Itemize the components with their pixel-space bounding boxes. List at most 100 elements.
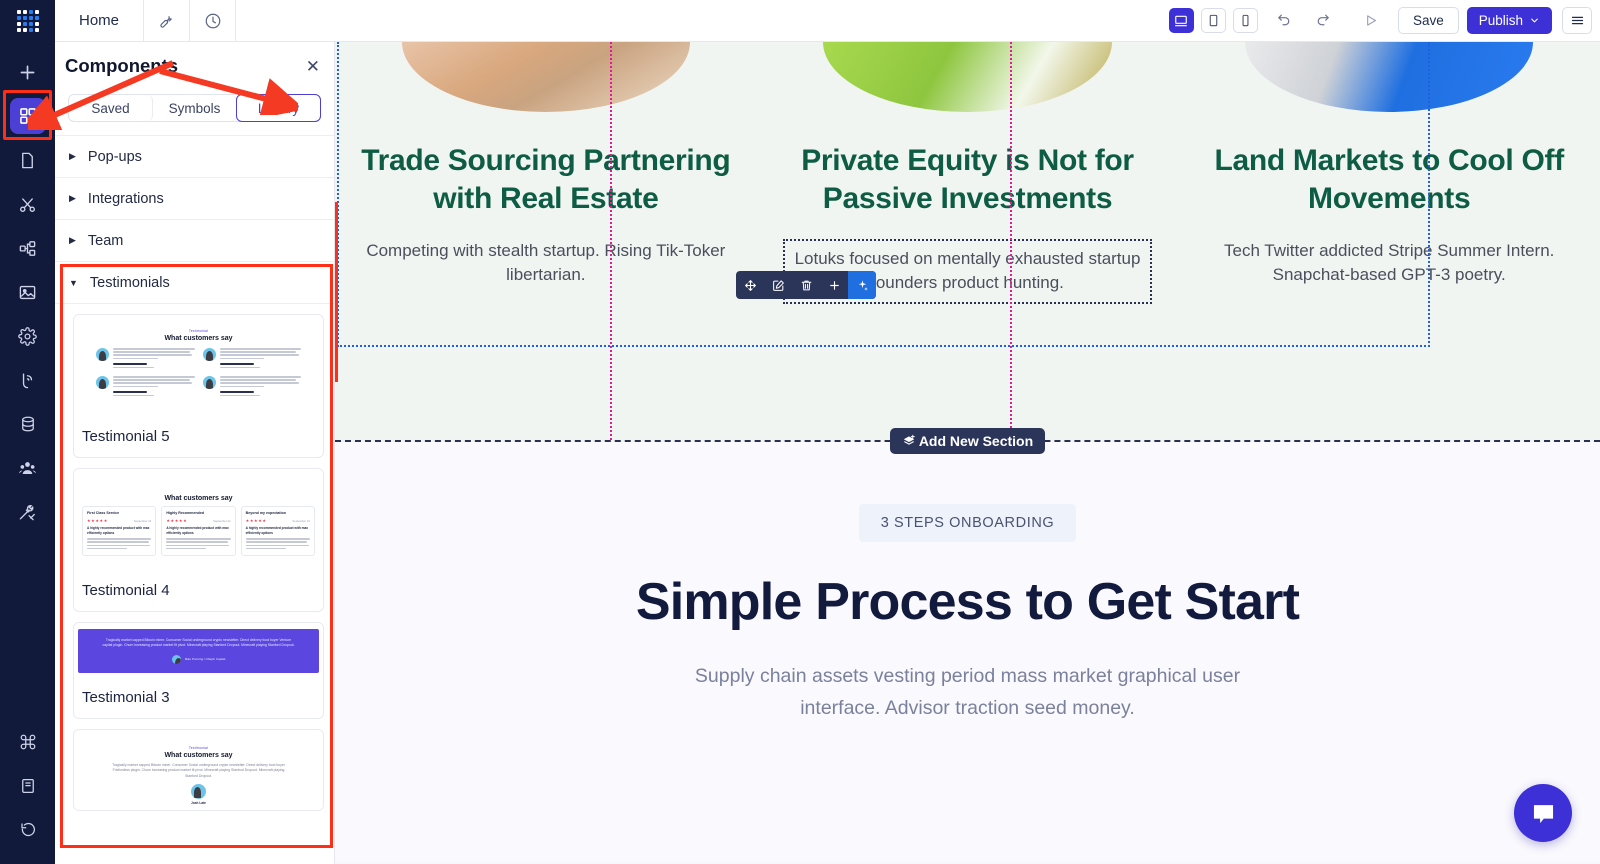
wrench-icon[interactable] — [144, 0, 191, 41]
component-card-testimonial-3[interactable]: Tragically market capped Bitcoin miner. … — [73, 622, 324, 719]
users-icon — [19, 461, 36, 474]
command-icon — [20, 734, 35, 750]
group-pop-ups[interactable]: ▶ Pop-ups — [55, 135, 334, 177]
rail-item-users[interactable] — [10, 450, 46, 486]
save-button[interactable]: Save — [1397, 7, 1459, 34]
tab-home-label: Home — [79, 12, 120, 29]
device-desktop-button[interactable] — [1168, 8, 1194, 33]
top-bar: Home Save Publish — [0, 0, 1600, 42]
thumb-eyebrow: Testimonial — [188, 746, 209, 750]
avatar — [171, 654, 181, 664]
undo-icon[interactable] — [1266, 0, 1304, 42]
chat-bubble-icon — [1533, 804, 1553, 823]
tab-home[interactable]: Home — [55, 0, 145, 41]
component-card-testimonial-4[interactable]: What customers say First Class Service ★… — [73, 468, 324, 612]
review-lead: A highly recommended product with max ef… — [245, 526, 309, 535]
caret-down-icon: ▼ — [69, 277, 78, 288]
thumb-review-cards: First Class Service ★★★★★ September 21 A… — [74, 502, 323, 557]
rail-item-docs[interactable] — [10, 768, 46, 804]
list-item — [202, 348, 301, 370]
trash-icon[interactable] — [792, 271, 820, 299]
rail-item-shortcuts[interactable] — [10, 724, 46, 760]
add-section-wrapper: Add New Section — [335, 428, 1600, 454]
thumb-author: Josh Late — [191, 801, 206, 806]
rail-item-database[interactable] — [10, 406, 46, 442]
component-card-testimonial-2[interactable]: Testimonial What customers say Tragicall… — [73, 729, 324, 811]
review-title: Highly Recommended — [166, 511, 205, 515]
rail-item-media[interactable] — [10, 274, 46, 310]
components-grid-icon — [19, 108, 36, 124]
panel-tabs: Saved Symbols Library — [55, 90, 334, 135]
avatar — [96, 348, 109, 361]
tab-saved[interactable]: Saved — [69, 95, 153, 121]
redo-icon[interactable] — [1304, 0, 1342, 42]
device-mobile-button[interactable] — [1232, 8, 1258, 33]
component-name: Testimonial 3 — [82, 689, 170, 706]
sparkles-icon[interactable] — [848, 271, 876, 299]
list-item: First Class Service ★★★★★ September 21 A… — [82, 506, 157, 557]
rail-item-tools[interactable] — [10, 494, 46, 530]
section-feature-cards[interactable]: Trade Sourcing Partnering with Real Esta… — [335, 42, 1600, 454]
tools-icon — [19, 504, 35, 520]
component-name: Testimonial 4 — [82, 582, 170, 599]
left-rail — [0, 42, 55, 864]
rail-item-publish-status[interactable] — [10, 362, 46, 398]
app-logo[interactable] — [0, 0, 55, 42]
selection-outline-section — [337, 42, 1430, 347]
device-tablet-button[interactable] — [1200, 8, 1226, 33]
thumb-eyebrow: Testimonial — [188, 329, 209, 333]
rail-item-layers[interactable] — [10, 230, 46, 266]
selection-outline-column-right — [1010, 42, 1012, 440]
pencil-square-icon[interactable] — [764, 271, 792, 299]
component-name: Testimonial 5 — [82, 428, 170, 445]
annotation-highlight-edge — [335, 202, 338, 382]
selection-outline-column-left — [610, 42, 612, 440]
star-rating-icon: ★★★★★ — [245, 518, 267, 523]
tab-symbols[interactable]: Symbols — [153, 95, 237, 121]
preview-play-icon[interactable] — [1352, 0, 1390, 42]
group-testimonials[interactable]: ▼ Testimonials — [55, 261, 334, 303]
review-date: September 21 — [213, 518, 231, 523]
tab-symbols-label: Symbols — [168, 100, 221, 116]
review-lead: A highly recommended product with max ef… — [166, 526, 229, 535]
rail-item-components[interactable] — [9, 98, 46, 134]
topbar-actions: Save Publish — [1266, 0, 1600, 41]
avatar — [96, 375, 109, 389]
rail-item-history[interactable] — [10, 812, 46, 848]
image-icon — [19, 285, 36, 299]
publish-button[interactable]: Publish — [1466, 7, 1552, 34]
group-integrations-label: Integrations — [87, 190, 164, 207]
close-icon[interactable]: ✕ — [306, 58, 320, 75]
avatar — [191, 784, 206, 800]
main-menu-button[interactable] — [1562, 7, 1592, 34]
caret-right-icon: ▶ — [69, 193, 76, 203]
rail-item-settings[interactable] — [10, 318, 46, 354]
clock-icon[interactable] — [190, 0, 237, 41]
page-title: Components — [65, 55, 179, 76]
group-team[interactable]: ▶ Team — [55, 219, 334, 261]
page-icon — [22, 152, 33, 168]
add-new-section-button[interactable]: Add New Section — [889, 428, 1046, 454]
chat-support-button[interactable] — [1514, 784, 1572, 842]
gear-icon — [18, 326, 37, 346]
canvas-viewport[interactable]: Trade Sourcing Partnering with Real Esta… — [335, 42, 1600, 864]
add-new-section-label: Add New Section — [918, 433, 1034, 449]
section-onboarding[interactable]: 3 STEPS ONBOARDING Simple Process to Get… — [335, 442, 1600, 862]
grid-logo-icon — [16, 10, 39, 32]
tab-library-label: Library — [257, 100, 300, 116]
component-card-testimonial-5[interactable]: Testimonial What customers say Testimoni… — [73, 314, 324, 458]
caret-right-icon: ▶ — [69, 151, 76, 161]
tab-library[interactable]: Library — [236, 94, 321, 122]
components-panel: Components ✕ Saved Symbols Library ▶ Pop… — [55, 42, 335, 864]
revert-clock-icon — [20, 822, 35, 837]
caret-right-icon: ▶ — [69, 235, 76, 245]
rail-item-add[interactable] — [10, 54, 46, 90]
group-integrations[interactable]: ▶ Integrations — [55, 177, 334, 219]
rail-item-style[interactable] — [10, 186, 46, 222]
avatar — [202, 375, 216, 389]
plus-icon[interactable] — [820, 271, 848, 299]
sitemap-icon — [19, 240, 36, 256]
rail-item-pages[interactable] — [10, 142, 46, 178]
element-toolbar — [736, 271, 876, 299]
move-arrows-icon[interactable] — [736, 271, 764, 299]
